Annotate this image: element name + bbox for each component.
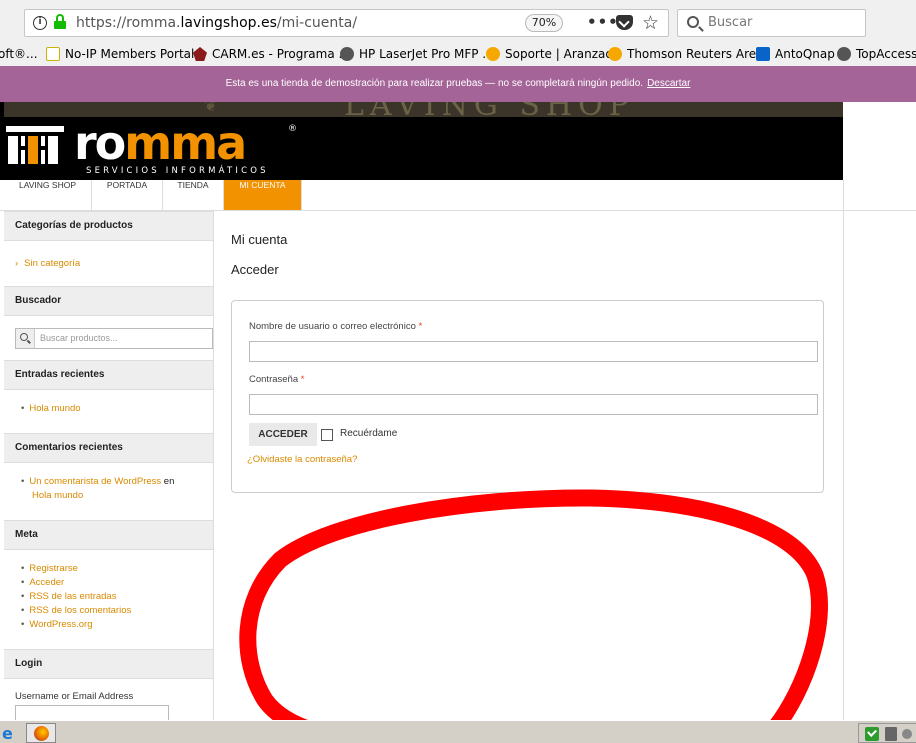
bookmark-item[interactable]: CARM.es - Programa ...: [193, 47, 350, 61]
firefox-icon: [34, 726, 49, 741]
firefox-taskbar-button[interactable]: [26, 723, 56, 743]
system-tray: [858, 723, 916, 743]
widget-title-meta: Meta: [4, 520, 213, 550]
security-shield-icon[interactable]: [865, 727, 879, 741]
registered-mark: ®: [288, 124, 297, 134]
nav-item-laving-shop[interactable]: LAVING SHOP: [4, 180, 92, 210]
search-icon: [20, 333, 28, 341]
content-border: [843, 180, 844, 720]
chevron-right-icon: ›: [15, 258, 19, 269]
product-search-placeholder: Buscar productos...: [40, 333, 118, 343]
product-search-button[interactable]: [16, 329, 35, 348]
internet-explorer-icon[interactable]: e: [2, 724, 13, 743]
site-logo[interactable]: romma ® SERVICIOS INFORMÁTICOS: [6, 116, 306, 180]
noip-icon: [46, 47, 60, 61]
password-label: Contraseña *: [249, 374, 305, 385]
info-icon[interactable]: i: [33, 16, 47, 30]
bookmark-item[interactable]: Soporte | Aranzadi: [486, 47, 616, 61]
nav-item-tienda[interactable]: TIENDA: [163, 180, 224, 210]
password-input[interactable]: [249, 394, 818, 415]
dismiss-link[interactable]: Descartar: [647, 78, 690, 89]
bookmark-item[interactable]: No-IP Members Portal...: [46, 47, 206, 61]
romma-logo-icon: [6, 126, 64, 164]
category-link[interactable]: › Sin categoría: [15, 258, 80, 269]
username-input[interactable]: [249, 341, 818, 362]
meta-link-wordpress[interactable]: WordPress.org: [21, 619, 92, 630]
speaker-icon[interactable]: [902, 729, 912, 739]
os-taskbar: e: [0, 720, 916, 743]
bookmark-star-icon[interactable]: ☆: [642, 12, 659, 34]
page-title: Mi cuenta: [231, 232, 288, 247]
site-header: ❦ LAVING SHOP romma ® SERVICIOS INFORMÁT…: [0, 102, 843, 180]
banner-text: LAVING SHOP: [344, 102, 635, 117]
screen: i https://romma.lavingshop.es/mi-cuenta/…: [0, 0, 916, 743]
remember-me-label[interactable]: Recuérdame: [340, 428, 397, 439]
pocket-icon[interactable]: [616, 15, 633, 30]
zoom-indicator[interactable]: 70%: [525, 14, 563, 32]
widget-title-recent-comments: Comentarios recientes: [4, 433, 213, 463]
product-search-input[interactable]: Buscar productos...: [15, 328, 213, 349]
address-bar[interactable]: i https://romma.lavingshop.es/mi-cuenta/…: [24, 9, 669, 37]
bookmark-item[interactable]: oft®...: [0, 47, 38, 61]
login-form: Nombre de usuario o correo electrónico *…: [231, 300, 824, 493]
ornament-icon: ❦: [204, 102, 218, 115]
username-label: Nombre de usuario o correo electrónico *: [249, 321, 423, 332]
bookmark-item[interactable]: TopAccess: [837, 47, 916, 61]
notice-text: Esta es una tienda de demostración para …: [225, 78, 644, 89]
bookmark-item[interactable]: HP LaserJet Pro MFP ...: [340, 47, 494, 61]
logo-wordmark: romma: [74, 116, 247, 170]
demo-store-notice: Esta es una tienda de demostración para …: [0, 66, 916, 102]
more-actions-icon[interactable]: •••: [587, 13, 619, 31]
nav-item-mi-cuenta[interactable]: MI CUENTA: [224, 180, 302, 210]
widget-title-categories: Categorías de productos: [4, 211, 213, 241]
nav-item-portada[interactable]: PORTADA: [92, 180, 163, 210]
meta-link-register[interactable]: Registrarse: [21, 563, 78, 574]
remember-me-checkbox[interactable]: [321, 429, 333, 441]
logo-subtitle: SERVICIOS INFORMÁTICOS: [86, 166, 269, 176]
browser-search-placeholder: Buscar: [708, 15, 753, 30]
qnap-icon: [756, 47, 770, 61]
recent-post-link[interactable]: Hola mundo: [21, 403, 80, 414]
widget-title-recent-posts: Entradas recientes: [4, 360, 213, 390]
comment-post-link[interactable]: Hola mundo: [32, 490, 83, 501]
lost-password-link[interactable]: ¿Olvidaste la contraseña?: [247, 454, 357, 465]
carm-icon: [193, 47, 207, 61]
url-text[interactable]: https://romma.lavingshop.es/mi-cuenta/: [76, 15, 357, 31]
login-username-input[interactable]: [15, 705, 169, 720]
thomson-icon: [608, 47, 622, 61]
browser-search-box[interactable]: Buscar: [677, 9, 866, 37]
globe-icon: [837, 47, 851, 61]
browser-toolbar: i https://romma.lavingshop.es/mi-cuenta/…: [0, 0, 916, 44]
main-content: Mi cuenta Acceder Nombre de usuario o co…: [215, 211, 843, 720]
bookmark-item[interactable]: Thomson Reuters Are...: [608, 47, 768, 61]
sidebar: Categorías de productos › Sin categoría B…: [4, 211, 214, 720]
bookmarks-bar: oft®... No-IP Members Portal... CARM.es …: [0, 44, 916, 66]
bookmark-item[interactable]: AntoQnap: [756, 47, 835, 61]
meta-link-login[interactable]: Acceder: [21, 577, 64, 588]
widget-title-login: Login: [4, 649, 213, 679]
login-username-label: Username or Email Address: [15, 691, 134, 702]
widget-title-search: Buscador: [4, 286, 213, 316]
device-icon[interactable]: [885, 727, 897, 741]
globe-icon: [340, 47, 354, 61]
header-image-strip: ❦ LAVING SHOP: [4, 102, 843, 117]
main-navigation: LAVING SHOP PORTADA TIENDA MI CUENTA: [0, 180, 916, 211]
aranzadi-icon: [486, 47, 500, 61]
search-icon: [687, 16, 699, 28]
section-title: Acceder: [231, 262, 279, 277]
meta-link-rss-entries[interactable]: RSS de las entradas: [21, 591, 116, 602]
comment-author-link[interactable]: Un comentarista de WordPress en: [21, 476, 174, 487]
meta-link-rss-comments[interactable]: RSS de los comentarios: [21, 605, 131, 616]
login-button[interactable]: ACCEDER: [249, 423, 317, 446]
lock-icon[interactable]: [54, 14, 66, 29]
comment-on-text: en: [163, 476, 175, 487]
